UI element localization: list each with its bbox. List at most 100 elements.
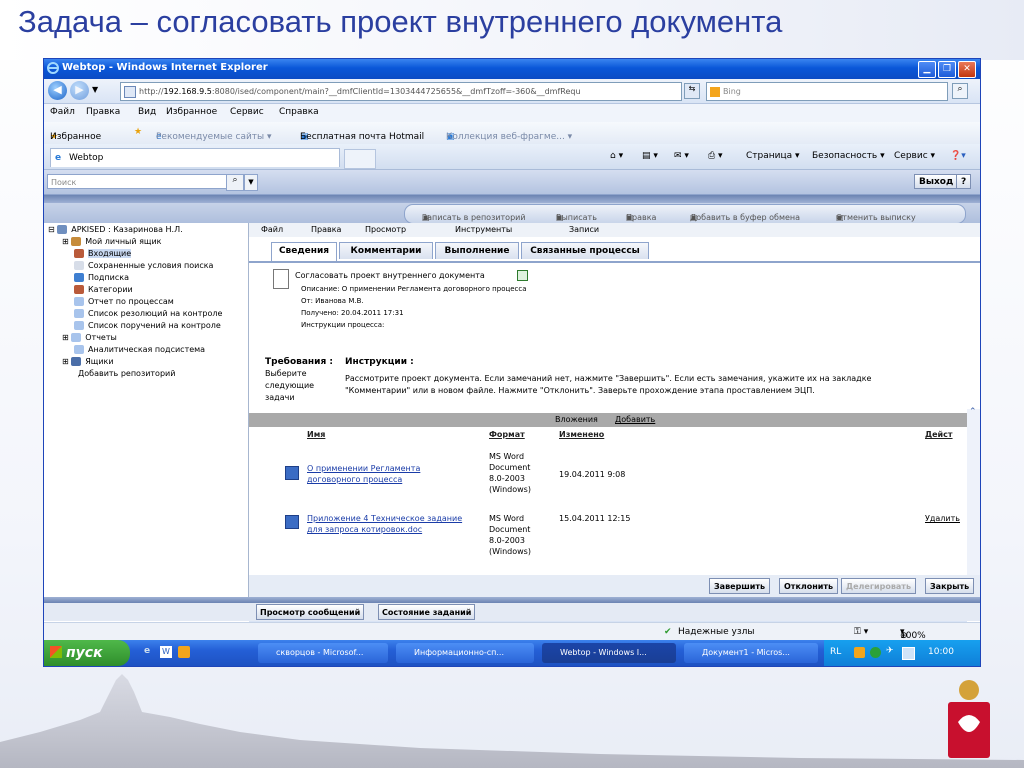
menu-edit[interactable]: Правка (86, 107, 120, 117)
expand-icon: ⊞ (62, 237, 69, 246)
close-button[interactable]: ✕ (958, 61, 976, 78)
add-attachment-link[interactable]: Добавить (615, 415, 655, 424)
window-title: Webtop - Windows Internet Explorer (62, 62, 268, 73)
history-dropdown-icon[interactable]: ▼ (92, 85, 98, 94)
window-titlebar: Webtop - Windows Internet Explorer ▁ ❐ ✕ (44, 59, 980, 79)
attachments-header: Вложения Добавить (249, 413, 967, 427)
tree-item-inbox[interactable]: Входящие (74, 249, 132, 258)
delegate-button[interactable]: Делегировать (841, 578, 916, 594)
tree-item-analytics[interactable]: Аналитическая подсистема (74, 345, 205, 354)
page-menu[interactable]: Страница ▾ (746, 151, 800, 161)
tab-related-processes[interactable]: Связанные процессы (521, 242, 649, 259)
tree-root[interactable]: ⊟ APKISED : Казаринова Н.Л. (48, 225, 183, 234)
attachment-modified: 19.04.2011 9:08 (559, 470, 626, 479)
tree-item-assignments[interactable]: Список поручений на контроле (74, 321, 221, 330)
search-icon[interactable]: ⌕ (226, 174, 244, 191)
tray-icon[interactable] (902, 647, 915, 660)
url-prefix: http:// (139, 87, 164, 96)
tree-item-reports[interactable]: ⊞ Отчеты (62, 333, 117, 342)
search-field[interactable]: Bing (706, 82, 948, 101)
column-modified[interactable]: Изменено (559, 430, 604, 439)
tree-label: Подписка (88, 273, 130, 282)
attachment-name-link[interactable]: О применении Регламента договорного проц… (307, 463, 420, 485)
tree-item-saved-searches[interactable]: Сохраненные условия поиска (74, 261, 213, 270)
reject-button[interactable]: Отклонить (779, 578, 839, 594)
content-menu-file[interactable]: Файл (261, 225, 283, 234)
chevron-down-icon[interactable]: ▼ (244, 174, 258, 191)
back-button[interactable]: ◀ (48, 81, 67, 100)
analytics-icon (74, 345, 84, 354)
maximize-button[interactable]: ❐ (938, 61, 956, 78)
edit-icon[interactable] (517, 270, 528, 281)
help-icon[interactable]: ❓▾ (950, 151, 966, 161)
content-menu-edit[interactable]: Правка (311, 225, 341, 234)
taskbar-item-outlook[interactable]: скворцов - Microsof... (258, 643, 388, 663)
outlook-quicklaunch-icon[interactable] (178, 646, 190, 658)
help-button[interactable]: ? (956, 174, 972, 189)
zoom-control[interactable]: ⊕ 100% ▾ (900, 627, 926, 641)
tree-item-subscriptions[interactable]: Подписка (74, 273, 129, 282)
menu-tools[interactable]: Сервис (230, 107, 264, 117)
tab-details[interactable]: Сведения (271, 242, 337, 261)
menu-help[interactable]: Справка (279, 107, 319, 117)
protected-mode-icon[interactable]: ⚿ ▾ (854, 627, 868, 637)
mail-icon[interactable]: ✉ ▾ (674, 151, 689, 161)
security-zone[interactable]: Надежные узлы (678, 627, 755, 637)
url-field[interactable]: http://192.168.9.5:8080/ised/component/m… (120, 82, 682, 101)
slide-title: Задача – согласовать проект внутреннего … (18, 4, 783, 39)
close-task-button[interactable]: Закрыть (925, 578, 975, 594)
tree-item-categories[interactable]: Категории (74, 285, 133, 294)
print-icon[interactable]: ⎙ ▾ (708, 151, 723, 161)
ie-quicklaunch-icon[interactable]: e (144, 646, 150, 656)
menu-view[interactable]: Вид (138, 107, 156, 117)
view-messages-button[interactable]: Просмотр сообщений (256, 604, 365, 620)
minimize-button[interactable]: ▁ (918, 61, 936, 78)
network-icon[interactable]: ✈ (886, 646, 894, 656)
word-quicklaunch-icon[interactable]: W (160, 646, 172, 658)
delete-attachment-link[interactable]: Удалить (925, 513, 960, 524)
column-name[interactable]: Имя (307, 430, 325, 439)
tab-execution[interactable]: Выполнение (435, 242, 519, 259)
webtop-search-input[interactable]: Поиск (47, 174, 227, 189)
home-icon[interactable]: ⌂ ▾ (610, 151, 623, 161)
chevron-up-icon[interactable]: ⌃ (969, 407, 977, 417)
expand-icon: ⊟ (48, 225, 55, 234)
tab-comments[interactable]: Комментарии (339, 242, 433, 259)
column-format[interactable]: Формат (489, 430, 525, 439)
tree-item-resolutions[interactable]: Список резолюций на контроле (74, 309, 222, 318)
task-tabs: Сведения Комментарии Выполнение Связанны… (249, 237, 980, 263)
content-menu-records[interactable]: Записи (569, 225, 599, 234)
taskbar-item-word[interactable]: Документ1 - Micros... (684, 643, 818, 663)
complete-button[interactable]: Завершить (709, 578, 771, 594)
safety-menu[interactable]: Безопасность ▾ (812, 151, 885, 161)
tab-webtop[interactable]: e Webtop (50, 148, 340, 167)
menu-file[interactable]: Файл (50, 107, 75, 117)
add-favorite-icon[interactable]: ★ (134, 127, 142, 137)
start-button[interactable]: пуск (44, 640, 130, 666)
menu-favorites[interactable]: Избранное (166, 107, 217, 117)
search-icon[interactable]: ⌕ (952, 83, 968, 99)
feeds-icon[interactable]: ▤ ▾ (642, 151, 658, 161)
tree-item-my-box[interactable]: ⊞ Мой личный ящик (62, 237, 162, 246)
taskbar-item-webtop[interactable]: Webtop - Windows I... (542, 643, 676, 663)
report-icon (71, 333, 82, 342)
tree-item-add-repository[interactable]: Добавить репозиторий (78, 369, 175, 378)
tree-label: Добавить репозиторий (78, 369, 176, 378)
tray-icon[interactable] (854, 647, 865, 658)
tools-menu[interactable]: Сервис ▾ (894, 151, 935, 161)
compat-view-icon[interactable]: ⇆ (684, 83, 700, 99)
instructions-title: Инструкции : (345, 357, 414, 367)
content-menu-view[interactable]: Просмотр (365, 225, 406, 234)
taskbar-item-info[interactable]: Информационно-сп... (396, 643, 534, 663)
tree-item-boxes[interactable]: ⊞ Ящики (62, 357, 114, 366)
content-menu-tools[interactable]: Инструменты (455, 225, 512, 234)
forward-button[interactable]: ▶ (70, 81, 89, 100)
tree-item-process-report[interactable]: Отчет по процессам (74, 297, 174, 306)
task-status-button[interactable]: Состояние заданий (378, 604, 476, 620)
task-received: Получено: 20.04.2011 17:31 (301, 309, 404, 317)
new-tab-button[interactable] (344, 149, 376, 169)
attachment-name-link[interactable]: Приложение 4 Техническое задание для зап… (307, 513, 462, 535)
tray-icon[interactable] (870, 647, 881, 658)
language-indicator[interactable]: RL (830, 647, 841, 657)
logout-button[interactable]: Выход (914, 174, 959, 189)
